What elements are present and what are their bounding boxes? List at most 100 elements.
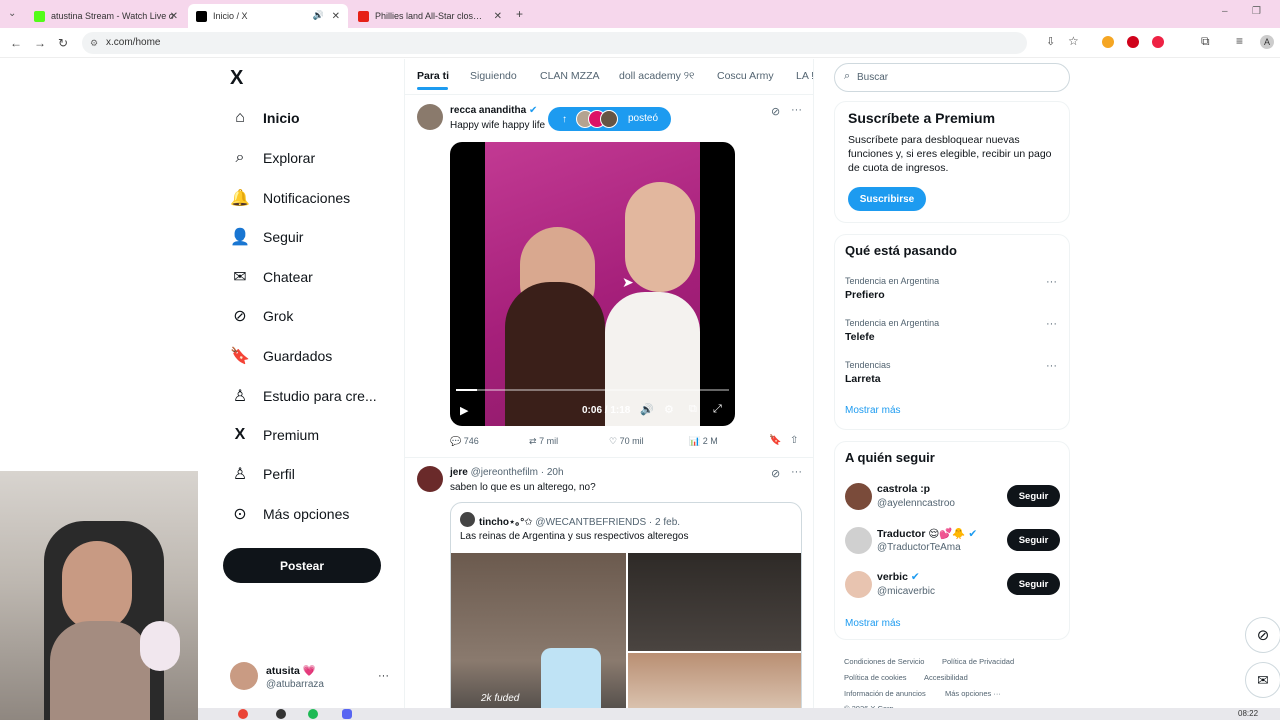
footer-link[interactable]: Más opciones ··· [945, 689, 1001, 698]
trend-item-larreta[interactable]: Larreta [845, 373, 881, 385]
avatar[interactable] [230, 662, 258, 690]
more-icon[interactable]: ··· [1046, 360, 1057, 372]
footer-link[interactable]: Condiciones de Servicio [844, 657, 924, 666]
nav-item-estudio[interactable]: ♙ Estudio para cre... [230, 381, 377, 411]
nav-item-seguir[interactable]: 👤 Seguir [230, 222, 303, 252]
subscribe-button[interactable]: Suscribirse [848, 187, 926, 211]
reply-button[interactable]: 💬 746 [450, 436, 479, 447]
bookmark-icon[interactable]: 🔖 [769, 435, 781, 446]
video-player[interactable]: ▶ 0:06 / 1:18 🔊 ⚙ ⧉ ⤢ [450, 142, 735, 426]
follow-button[interactable]: Seguir [1007, 485, 1060, 507]
profile-avatar-icon[interactable]: A [1260, 35, 1274, 49]
discord-icon[interactable] [342, 709, 352, 719]
new-posts-pill[interactable]: ↑ posteó [548, 107, 671, 131]
tab-clan-mzza[interactable]: CLAN MZZA [540, 70, 600, 82]
nav-item-guardados[interactable]: 🔖 Guardados [230, 341, 332, 371]
suggestion-name[interactable]: castrola :p [877, 483, 930, 495]
tab-la[interactable]: LA ! [796, 70, 813, 82]
nav-item-grok[interactable]: ⊘ Grok [230, 301, 293, 331]
more-icon[interactable]: ··· [791, 104, 802, 116]
grok-icon[interactable]: ⊘ [771, 105, 780, 118]
more-icon[interactable]: ··· [791, 466, 802, 478]
install-icon[interactable]: ⇩ [1046, 35, 1055, 48]
follow-button[interactable]: Seguir [1007, 529, 1060, 551]
tab-coscu-army[interactable]: Coscu Army [717, 70, 774, 82]
grok-icon[interactable]: ⊘ [771, 467, 780, 480]
reload-icon[interactable]: ↻ [58, 36, 68, 50]
trend-item-prefiero[interactable]: Prefiero [845, 289, 885, 301]
browser-tab-x-home[interactable]: Inicio / X 🔊 ✕ [188, 4, 348, 28]
like-button[interactable]: ♡ 70 mil [609, 436, 644, 447]
grok-fab-icon[interactable]: ⊘ [1245, 617, 1280, 653]
forward-icon[interactable]: → [34, 36, 46, 50]
speaker-icon[interactable]: 🔊 [313, 10, 324, 21]
extension-icon[interactable] [1127, 36, 1139, 48]
nav-item-premium[interactable]: X Premium [230, 420, 319, 450]
extension-icon[interactable] [1152, 36, 1164, 48]
close-icon[interactable]: ✕ [332, 11, 340, 22]
avatar[interactable] [845, 571, 872, 598]
bookmark-star-icon[interactable]: ☆ [1068, 34, 1079, 48]
messages-fab-icon[interactable]: ✉ [1245, 662, 1280, 698]
suggestion-name-wrap[interactable]: verbic ✔ [877, 571, 920, 583]
quoted-image[interactable]: 2k fuded [451, 553, 626, 720]
close-icon[interactable]: ✕ [494, 11, 502, 22]
tab-doll-academy[interactable]: doll academy ୨୧ [619, 70, 694, 83]
nav-item-perfil[interactable]: ♙ Perfil [230, 459, 295, 489]
nav-item-notificaciones[interactable]: 🔔 Notificaciones [230, 183, 350, 213]
avatar[interactable] [845, 527, 872, 554]
views-button[interactable]: 📊 2 M [689, 436, 718, 447]
nav-item-inicio[interactable]: ⌂ Inicio [230, 103, 299, 133]
video-progress-track[interactable] [456, 389, 729, 391]
browser-tab-stream[interactable]: atustina Stream - Watch Live o ✕ [26, 4, 186, 28]
url-field[interactable]: ⚙ x.com/home [82, 32, 1027, 54]
more-icon[interactable]: ··· [1046, 318, 1057, 330]
trend-item-telefe[interactable]: Telefe [845, 331, 875, 343]
nav-item-chatear[interactable]: ✉ Chatear [230, 262, 313, 292]
tab-para-ti[interactable]: Para ti [417, 70, 449, 82]
restore-icon[interactable]: ❐ [1252, 6, 1261, 17]
volume-icon[interactable]: 🔊 [640, 403, 654, 416]
follow-button[interactable]: Seguir [1007, 573, 1060, 595]
post-author[interactable]: recca ananditha ✔ [450, 105, 537, 116]
footer-link[interactable]: Accesibilidad [924, 673, 968, 682]
play-icon[interactable]: ▶ [460, 404, 468, 417]
tab-search-icon[interactable]: ⌄ [8, 8, 16, 19]
extension-icon[interactable] [1102, 36, 1114, 48]
x-logo[interactable]: X [230, 67, 243, 90]
suggestion-name-wrap[interactable]: Traductor 😌💕🐥 ✔ [877, 527, 977, 540]
footer-link[interactable]: Política de cookies [844, 673, 907, 682]
repost-button[interactable]: ⇄ 7 mil [529, 436, 558, 447]
menu-icon[interactable]: ≡ [1236, 34, 1243, 48]
more-icon[interactable]: ··· [1046, 276, 1057, 288]
share-icon[interactable]: ⇧ [790, 435, 798, 446]
account-more-button[interactable]: ··· [378, 670, 389, 682]
new-tab-button[interactable]: + [516, 7, 523, 21]
extensions-icon[interactable]: ⧉ [1201, 34, 1210, 49]
avatar[interactable] [417, 104, 443, 130]
tab-siguiendo[interactable]: Siguiendo [470, 70, 517, 82]
footer-link[interactable]: Información de anuncios [844, 689, 926, 698]
fullscreen-icon[interactable]: ⤢ [713, 403, 722, 416]
settings-icon[interactable]: ⚙ [664, 403, 674, 416]
account-name[interactable]: atusita 💗 [266, 664, 316, 677]
back-icon[interactable]: ← [10, 36, 22, 50]
browser-tab-phillies[interactable]: Phillies land All-Star closer Jhoa ✕ [350, 4, 510, 28]
close-icon[interactable]: ✕ [170, 11, 178, 22]
who-to-follow-show-more-link[interactable]: Mostrar más [845, 618, 901, 629]
post-author[interactable]: jere @jereonthefilm · 20h [450, 467, 564, 478]
minimize-icon[interactable]: – [1222, 6, 1228, 17]
quoted-post[interactable]: tincho⋆｡°✩ @WECANTBEFRIENDS · 2 feb. Las… [450, 502, 802, 720]
footer-link[interactable]: Política de Privacidad [942, 657, 1014, 666]
trends-show-more-link[interactable]: Mostrar más [845, 405, 901, 416]
pip-icon[interactable]: ⧉ [689, 403, 697, 416]
nav-item-mas-opciones[interactable]: ⊙ Más opciones [230, 499, 349, 529]
post-button[interactable]: Postear [223, 548, 381, 583]
avatar[interactable] [845, 483, 872, 510]
search-input[interactable]: ⌕ Buscar [834, 63, 1070, 92]
chrome-icon[interactable] [238, 709, 248, 719]
obs-icon[interactable] [276, 709, 286, 719]
site-info-icon[interactable]: ⚙ [90, 32, 98, 54]
avatar[interactable] [417, 466, 443, 492]
spotify-icon[interactable] [308, 709, 318, 719]
